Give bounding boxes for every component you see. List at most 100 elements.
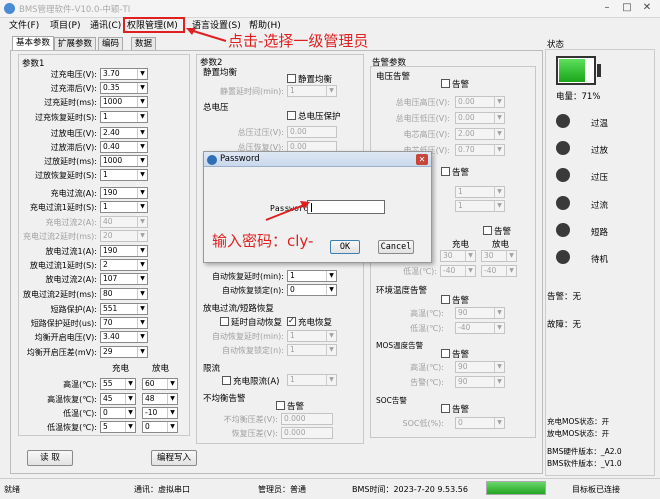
mos-alarm-checkbox[interactable] (441, 349, 450, 358)
param1-select[interactable]: 3.70 ▼ (100, 68, 148, 80)
static-delay-select[interactable]: 1 ▼ (287, 85, 337, 97)
param1-select[interactable]: 0.35 ▼ (100, 82, 148, 94)
param1-select[interactable]: 29 ▼ (100, 346, 148, 358)
auto-recover-lock-label: 自动恢复锁定(n): (221, 286, 284, 295)
mos-high-select[interactable]: 90 ▼ (455, 361, 505, 373)
alarm-temp-high-discharge[interactable]: 30 ▼ (481, 250, 517, 262)
maximize-button[interactable]: □ (620, 2, 634, 15)
arrow-to-password-icon (265, 201, 310, 221)
voltage-alarm-label: 电芯高压(V): (403, 130, 450, 139)
temp-alarm-checkbox[interactable] (483, 226, 492, 235)
current-limit-select[interactable]: 1 ▼ (287, 374, 337, 386)
param1-select[interactable]: 3.40 ▼ (100, 331, 148, 343)
arrow-to-menu-icon (186, 28, 227, 42)
temp-charge-select[interactable]: 55 ▼ (100, 378, 136, 390)
param1-select[interactable]: 1 ▼ (100, 201, 148, 213)
alarm-temp-low-discharge[interactable]: -40 ▼ (481, 265, 517, 277)
menu-project[interactable]: 项目(P) (50, 20, 80, 33)
menu-file[interactable]: 文件(F) (9, 20, 39, 33)
param1-select[interactable]: 20 ▼ (100, 230, 148, 242)
delay-recover-checkbox[interactable] (220, 317, 229, 326)
oc-lock-label: 自动恢复锁定(n): (221, 346, 284, 355)
auto-recover-lock-select[interactable]: 0 ▼ (287, 284, 337, 296)
total-voltage-checkbox[interactable] (287, 111, 296, 120)
voltage-alarm-select[interactable]: 0.70 ▼ (455, 144, 505, 156)
param1-select[interactable]: 0.40 ▼ (100, 141, 148, 153)
param1-select[interactable]: 190 ▼ (100, 245, 148, 257)
param1-select[interactable]: 107 ▼ (100, 273, 148, 285)
param1-select[interactable]: 2.40 ▼ (100, 127, 148, 139)
oc-delay-select[interactable]: 1 ▼ (287, 330, 337, 342)
imbalance-checkbox[interactable] (276, 401, 285, 410)
imbalance-pressure-input[interactable]: 0.000 (281, 413, 333, 425)
param1-label: 过充滞后(V): (50, 84, 97, 93)
total-ov-input[interactable]: 0.00 (287, 126, 337, 138)
menu-comm[interactable]: 通讯(C) (90, 20, 121, 33)
param1-select[interactable]: 551 ▼ (100, 303, 148, 315)
imbalance-recover-input[interactable]: 0.000 (281, 427, 333, 439)
dialog-close-button[interactable]: ✕ (416, 154, 428, 165)
alarm-temp-low-charge[interactable]: -40 ▼ (440, 265, 476, 277)
soc-alarm-checkbox[interactable] (441, 404, 450, 413)
voltage-alarm-select[interactable]: 2.00 ▼ (455, 128, 505, 140)
program-write-button[interactable]: 编程写入 (151, 450, 197, 466)
param1-label: 过充延时(ms): (44, 98, 97, 107)
param1-select[interactable]: 1 ▼ (100, 169, 148, 181)
read-button[interactable]: 读 取 (27, 450, 73, 466)
current-alarm-select-1[interactable]: 1 ▼ (455, 186, 505, 198)
status-light-icon (556, 114, 570, 128)
temp-discharge-select[interactable]: -10 ▼ (142, 407, 178, 419)
temp-discharge-select[interactable]: 48 ▼ (142, 393, 178, 405)
cancel-button[interactable]: Cancel (378, 240, 414, 254)
oc-lock-select[interactable]: 1 ▼ (287, 344, 337, 356)
param1-select[interactable]: 1 ▼ (100, 111, 148, 123)
param1-select[interactable]: 70 ▼ (100, 317, 148, 329)
soc-alarm-check-label: 告警 (452, 405, 470, 415)
param1-select[interactable]: 80 ▼ (100, 288, 148, 300)
alarm-temp-high-charge[interactable]: 30 ▼ (440, 250, 476, 262)
param1-label: 充电过流2延时(ms): (23, 232, 97, 241)
password-input[interactable] (307, 200, 385, 214)
tab-encoding[interactable]: 编码 (98, 37, 124, 51)
param1-select[interactable]: 1000 ▼ (100, 155, 148, 167)
temp-charge-select[interactable]: 45 ▼ (100, 393, 136, 405)
hw-version: BMS硬件版本：_A2.0 (547, 447, 622, 456)
status-light-icon (556, 223, 570, 237)
current-limit-checkbox[interactable] (222, 376, 231, 385)
voltage-alarm-checkbox[interactable] (441, 79, 450, 88)
charge-recover-checkbox[interactable] (287, 316, 296, 326)
temp-discharge-select[interactable]: 0 ▼ (142, 421, 178, 433)
charge-mos-status: 充电MOS状态：开 (547, 417, 610, 426)
current-alarm-checkbox[interactable] (441, 167, 450, 176)
tab-extended-params[interactable]: 扩展参数 (54, 37, 97, 51)
current-alarm-select-2[interactable]: 1 ▼ (455, 200, 505, 212)
env-alarm-checkbox[interactable] (441, 295, 450, 304)
temp-charge-select[interactable]: 0 ▼ (100, 407, 136, 419)
param1-select[interactable]: 40 ▼ (100, 216, 148, 228)
static-balance-title: 静置均衡 (203, 68, 238, 78)
env-high-select[interactable]: 90 ▼ (455, 307, 505, 319)
imbalance-pressure-label: 不均衡压差(V): (223, 415, 278, 424)
temp-discharge-select[interactable]: 60 ▼ (142, 378, 178, 390)
close-button[interactable]: ✕ (640, 2, 654, 15)
param1-label: 短路保护(A): (50, 305, 97, 314)
param1-select[interactable]: 190 ▼ (100, 187, 148, 199)
static-balance-checkbox[interactable] (287, 74, 296, 83)
param1-label: 过充电压(V): (50, 70, 97, 79)
mos-alarm-temp-select[interactable]: 90 ▼ (455, 376, 505, 388)
minimize-button[interactable]: – (600, 2, 614, 15)
auto-recover-delay-select[interactable]: 1 ▼ (287, 270, 337, 282)
tab-data[interactable]: 数据 (131, 37, 157, 51)
param1-select[interactable]: 1000 ▼ (100, 96, 148, 108)
env-low-select[interactable]: -40 ▼ (455, 322, 505, 334)
tab-basic-params[interactable]: 基本参数 (12, 36, 55, 51)
ok-button[interactable]: OK (330, 240, 360, 254)
param1-select[interactable]: 2 ▼ (100, 259, 148, 271)
soc-low-select[interactable]: 0 ▼ (455, 417, 505, 429)
battery-icon (556, 56, 596, 85)
temp-charge-select[interactable]: 5 ▼ (100, 421, 136, 433)
connection-progress (486, 481, 546, 495)
status-light-icon (556, 141, 570, 155)
voltage-alarm-select[interactable]: 0.00 ▼ (455, 96, 505, 108)
voltage-alarm-select[interactable]: 0.00 ▼ (455, 112, 505, 124)
